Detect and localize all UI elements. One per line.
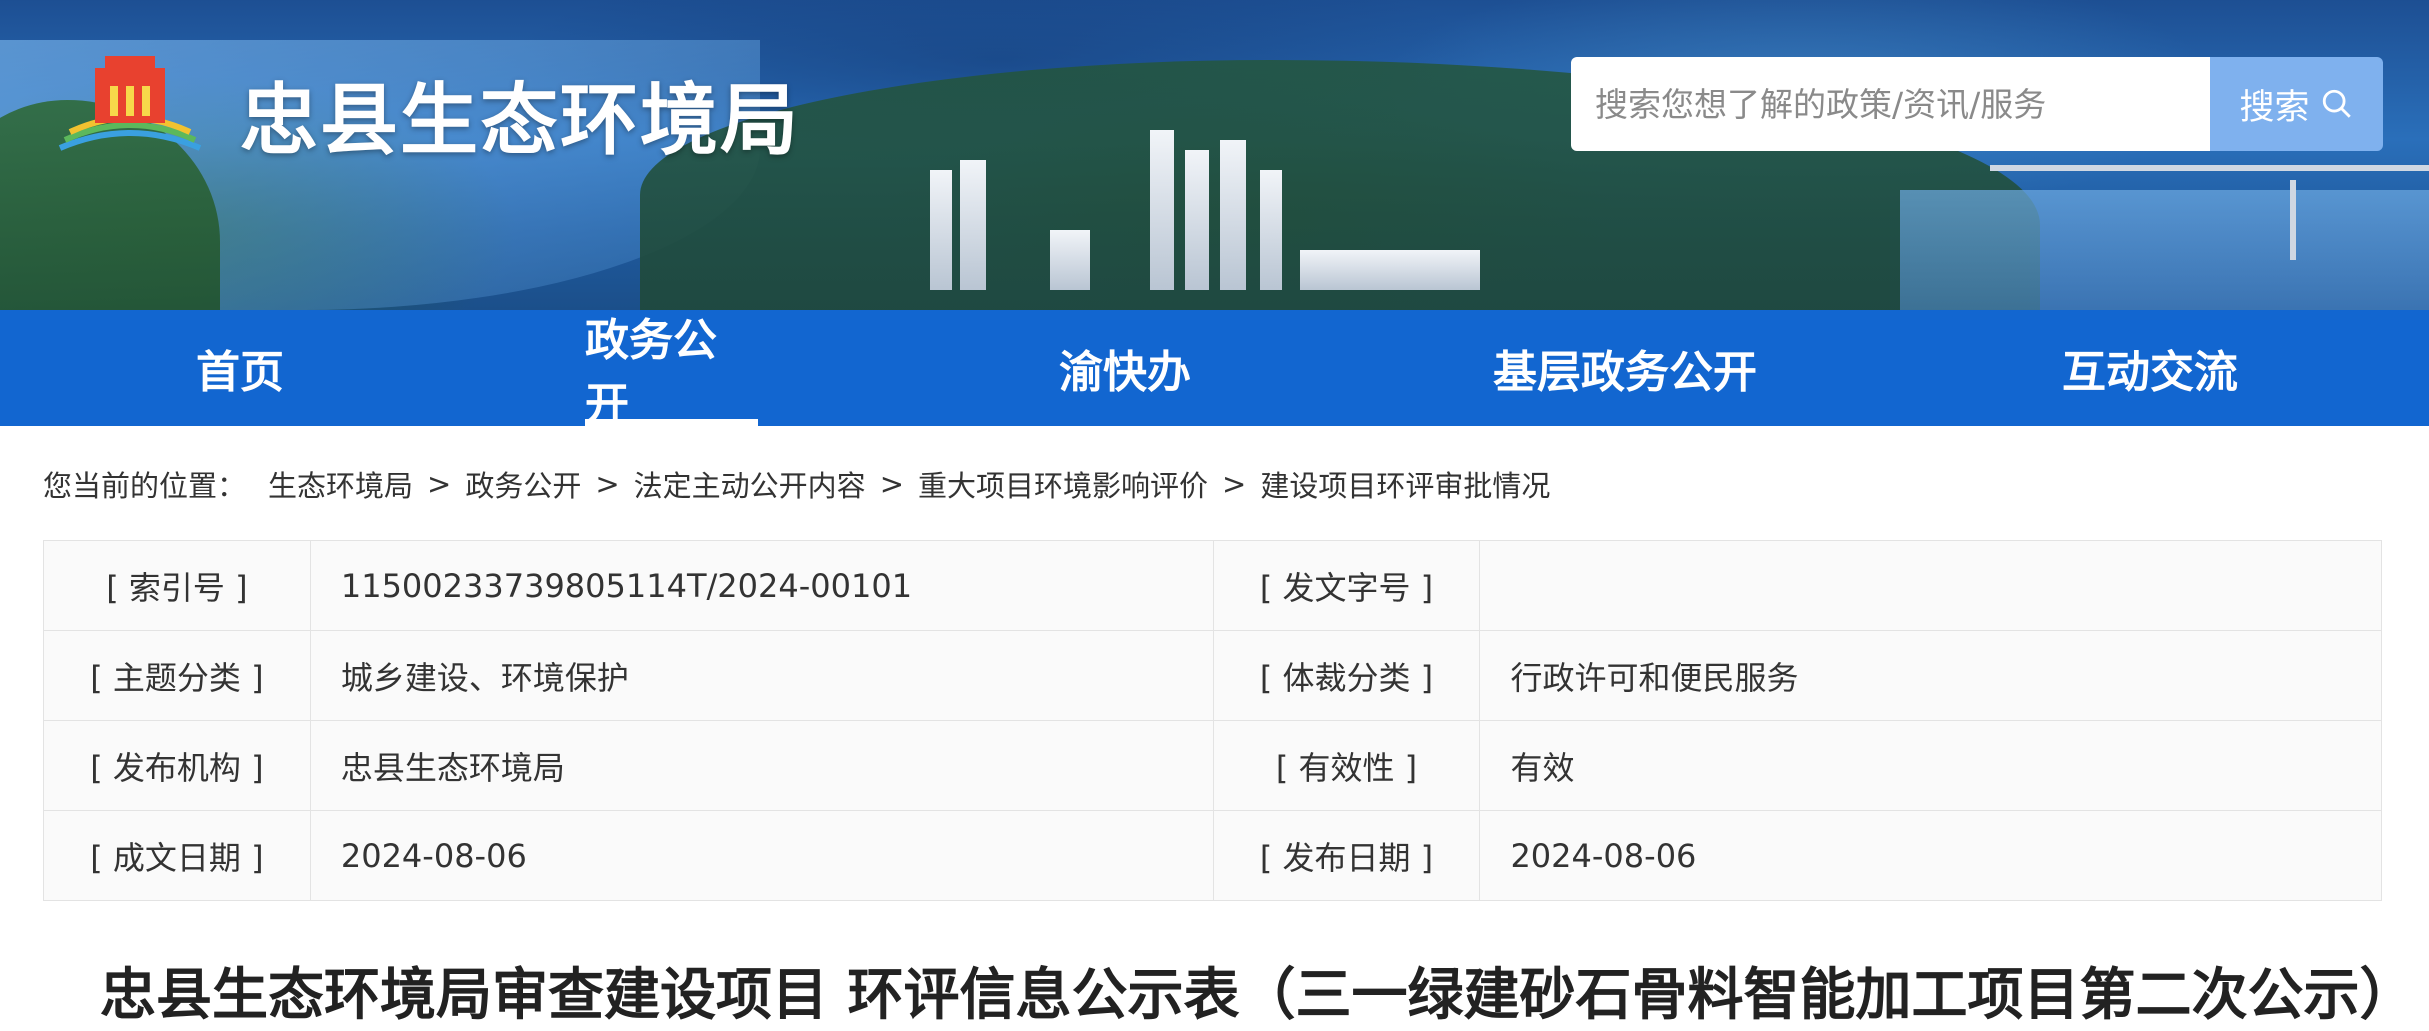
info-value: 忠县生态环境局 — [309, 720, 1214, 811]
info-label: [ 成文日期 ] — [43, 810, 311, 901]
banner-river-right — [1900, 190, 2429, 310]
info-label: [ 发布机构 ] — [43, 720, 311, 811]
info-value: 11500233739805114T/2024-00101 — [309, 540, 1214, 631]
search-icon — [2322, 89, 2351, 118]
breadcrumb-separator: > — [595, 467, 620, 501]
search-input[interactable] — [1571, 57, 2210, 151]
table-row: [ 发布机构 ] 忠县生态环境局 [ 有效性 ] 有效 — [43, 720, 2382, 811]
breadcrumb-separator: > — [879, 467, 904, 501]
header-banner: 忠县生态环境局 搜索 — [0, 0, 2429, 310]
info-value: 2024-08-06 — [1479, 810, 2382, 901]
breadcrumb-item[interactable]: 生态环境局 — [268, 463, 413, 505]
info-label: [ 索引号 ] — [43, 540, 311, 631]
info-label: [ 主题分类 ] — [43, 630, 311, 721]
banner-buildings — [900, 60, 1600, 290]
search-button-label: 搜索 — [2239, 87, 2310, 128]
nav-item-yukuaiban[interactable]: 渝快办 — [1040, 310, 1210, 426]
search-button[interactable]: 搜索 — [2210, 57, 2383, 151]
banner-bridge — [1990, 165, 2429, 171]
info-value — [1479, 540, 2382, 631]
info-value: 城乡建设、环境保护 — [309, 630, 1214, 721]
info-value: 有效 — [1479, 720, 2382, 811]
info-value: 行政许可和便民服务 — [1479, 630, 2382, 721]
article-title: 忠县生态环境局审查建设项目 环评信息公示表（三一绿建砂石骨料智能加工项目第二次公… — [100, 963, 2416, 1028]
site-logo-icon — [58, 56, 202, 151]
info-value: 2024-08-06 — [309, 810, 1214, 901]
nav-item-government-affairs[interactable]: 政务公开 — [585, 310, 758, 430]
breadcrumb-separator: > — [427, 467, 452, 501]
info-label: [ 体裁分类 ] — [1212, 630, 1481, 721]
nav-item-home[interactable]: 首页 — [160, 310, 320, 426]
table-row: [ 主题分类 ] 城乡建设、环境保护 [ 体裁分类 ] 行政许可和便民服务 — [43, 630, 2382, 721]
breadcrumb: 您当前的位置： 生态环境局 > 政务公开 > 法定主动公开内容 > 重大项目环境… — [43, 462, 1550, 506]
site-title: 忠县生态环境局 — [240, 76, 801, 166]
breadcrumb-item[interactable]: 法定主动公开内容 — [634, 463, 866, 505]
nav-item-interaction[interactable]: 互动交流 — [2040, 310, 2260, 426]
banner-bridge-tower — [2290, 180, 2296, 260]
breadcrumb-prefix: 您当前的位置： — [43, 469, 247, 503]
document-info-table: [ 索引号 ] 11500233739805114T/2024-00101 [ … — [43, 540, 2382, 901]
table-row: [ 成文日期 ] 2024-08-06 [ 发布日期 ] 2024-08-06 — [43, 810, 2382, 901]
info-label: [ 有效性 ] — [1212, 720, 1481, 811]
info-label: [ 发布日期 ] — [1212, 810, 1481, 901]
breadcrumb-item[interactable]: 政务公开 — [465, 463, 581, 505]
breadcrumb-item[interactable]: 重大项目环境影响评价 — [918, 463, 1208, 505]
main-nav: 首页 政务公开 渝快办 基层政务公开 互动交流 — [0, 310, 2429, 430]
breadcrumb-item[interactable]: 建设项目环评审批情况 — [1260, 463, 1550, 505]
info-label: [ 发文字号 ] — [1212, 540, 1481, 631]
breadcrumb-separator: > — [1222, 467, 1247, 501]
table-row: [ 索引号 ] 11500233739805114T/2024-00101 [ … — [43, 540, 2382, 631]
nav-item-grassroots-affairs[interactable]: 基层政务公开 — [1475, 310, 1775, 426]
search-box: 搜索 — [1571, 57, 2383, 151]
